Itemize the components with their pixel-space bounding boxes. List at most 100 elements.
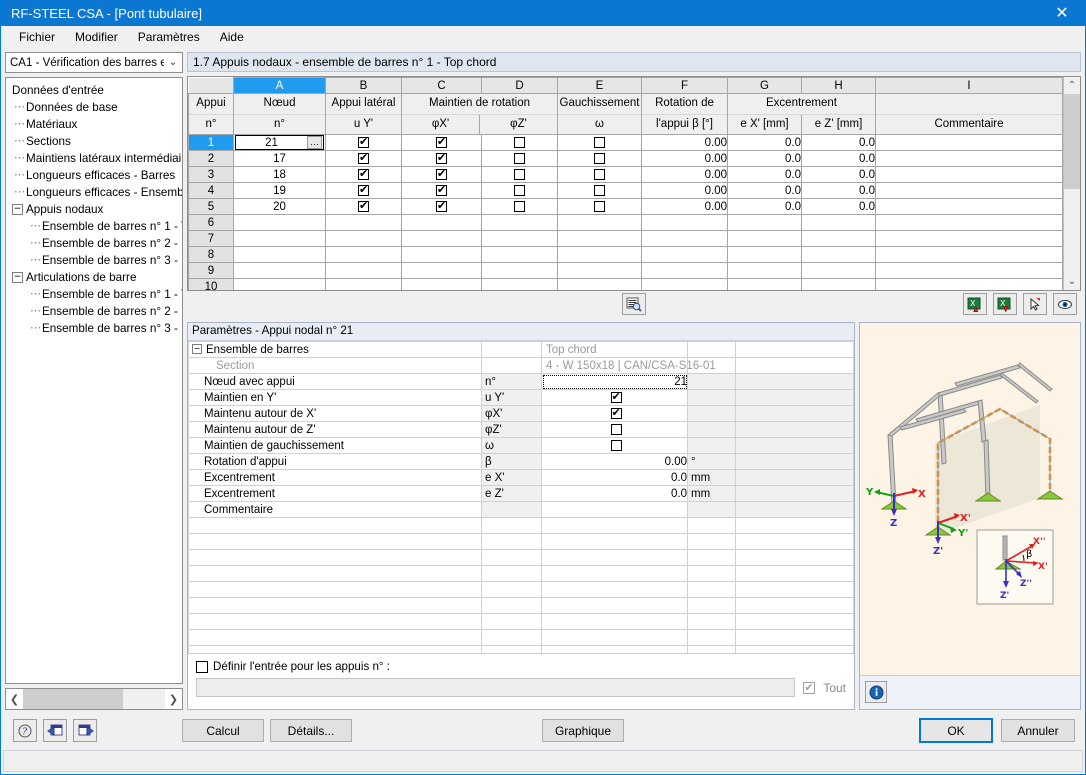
rotation-z-cell[interactable] [481,278,558,290]
export-excel-up-icon[interactable]: X [963,293,987,315]
rotation-z-cell[interactable] [481,166,558,183]
beta-cell[interactable] [641,230,728,247]
row-checkbox[interactable] [514,168,525,180]
scroll-up-icon[interactable]: ⌃ [1064,77,1080,94]
row-checkbox[interactable] [514,184,525,196]
table-grid[interactable]: A B C D E F G H I Appui n° Nœud n° Appui latéral u Y' M… [188,77,1063,290]
row-header[interactable]: 7 [188,230,234,247]
comment-cell[interactable] [875,198,1063,215]
row-header[interactable]: 8 [188,246,234,263]
graphique-button[interactable]: Graphique [542,719,624,742]
warping-cell[interactable] [557,214,642,231]
rotation-x-cell[interactable] [401,182,482,199]
group-collapse-icon[interactable]: − [192,344,202,355]
lateral-support-cell[interactable] [325,182,402,199]
scroll-left-icon[interactable]: ❮ [6,693,23,706]
node-cell[interactable]: 19 [233,182,326,199]
model-3d-view[interactable]: X Y Z X' Y' Z' X' X'' Z'' Z' β [860,323,1080,675]
parameter-value[interactable] [541,405,688,422]
beta-cell[interactable]: 0.00 [641,166,728,183]
tree-expander-icon[interactable]: − [12,272,23,283]
row-checkbox[interactable] [594,152,605,164]
ez-cell[interactable] [801,214,876,231]
define-entry-input[interactable] [196,678,796,697]
ex-cell[interactable]: 0.0 [727,134,802,151]
rotation-x-cell[interactable] [401,166,482,183]
rotation-x-cell[interactable] [401,262,482,279]
tree-item[interactable]: ⋯ Sections [6,133,182,150]
parameter-checkbox[interactable] [610,406,622,420]
lateral-support-cell[interactable] [325,134,402,151]
column-header-E[interactable]: E [557,77,642,94]
beta-cell[interactable]: 0.00 [641,150,728,167]
node-cell[interactable] [233,246,326,263]
beta-cell[interactable] [641,214,728,231]
menu-item-modifier[interactable]: Modifier [65,27,128,47]
info-icon[interactable] [865,681,887,703]
table-row[interactable]: 121…0.000.00.0 [188,134,1063,151]
navigation-tree[interactable]: Données d'entrée ⋯ Données de base ⋯ Matéria… [5,77,183,684]
parameter-row[interactable]: − Ensemble de barres Top chord [188,341,854,358]
row-checkbox[interactable] [594,136,605,148]
parameter-row[interactable]: Maintien de gauchissement ω [188,437,854,454]
rotation-x-cell[interactable] [401,246,482,263]
tree-item[interactable]: ⋯ Ensemble de barres n° 1 - T [6,286,182,303]
ex-cell[interactable]: 0.0 [727,166,802,183]
tree-item[interactable]: ⋯ Ensemble de barres n° 3 - B [6,252,182,269]
warping-cell[interactable] [557,198,642,215]
tree-item[interactable]: − Appuis nodaux [6,201,182,218]
table-vertical-scrollbar[interactable]: ⌃ ⌄ [1063,77,1080,290]
rotation-z-cell[interactable] [481,246,558,263]
ez-cell[interactable]: 0.0 [801,182,876,199]
parameter-row[interactable]: Excentrement e Z' 0.0 mm [188,485,854,502]
comment-cell[interactable] [875,166,1063,183]
ok-button[interactable]: OK [919,718,993,743]
beta-cell[interactable] [641,246,728,263]
lateral-support-cell[interactable] [325,262,402,279]
parameter-row[interactable]: Commentaire [188,501,854,518]
ex-cell[interactable] [727,246,802,263]
row-header[interactable]: 3 [188,166,234,183]
parameter-row[interactable]: Rotation d'appui β 0.00 ° [188,453,854,470]
column-header-A[interactable]: A [233,77,326,94]
lateral-support-cell[interactable] [325,278,402,290]
table-view-icon[interactable] [622,293,646,315]
parameter-row[interactable]: Maintenu autour de X' φX' [188,405,854,422]
ex-cell[interactable] [727,262,802,279]
scroll-thumb-vertical[interactable] [1064,94,1080,189]
ex-cell[interactable]: 0.0 [727,182,802,199]
comment-cell[interactable] [875,150,1063,167]
table-row[interactable]: 9 [188,262,1063,279]
tree-item[interactable]: − Articulations de barre [6,269,182,286]
lateral-support-cell[interactable] [325,214,402,231]
row-checkbox[interactable] [358,199,369,213]
rotation-z-cell[interactable] [481,214,558,231]
parameter-checkbox[interactable] [610,439,622,451]
ez-cell[interactable] [801,278,876,290]
row-checkbox[interactable] [436,167,447,181]
tree-item[interactable]: ⋯ Matériaux [6,116,182,133]
scroll-right-icon[interactable]: ❯ [165,693,182,706]
node-cell[interactable] [233,278,326,290]
node-cell[interactable] [233,230,326,247]
row-header[interactable]: 10 [188,278,234,290]
parameter-row[interactable]: Maintien en Y' u Y' [188,389,854,406]
ex-cell[interactable]: 0.0 [727,198,802,215]
tree-item[interactable]: ⋯ Ensemble de barres n° 1 - T [6,218,182,235]
define-entry-checkbox[interactable] [196,660,208,673]
ez-cell[interactable]: 0.0 [801,150,876,167]
tree-expander-icon[interactable]: − [12,204,23,215]
table-row[interactable]: 6 [188,214,1063,231]
row-checkbox[interactable] [514,136,525,148]
rotation-x-cell[interactable] [401,230,482,247]
column-header-G[interactable]: G [727,77,802,94]
ez-cell[interactable] [801,262,876,279]
row-checkbox[interactable] [594,168,605,180]
table-row[interactable]: 2170.000.00.0 [188,150,1063,167]
rotation-z-cell[interactable] [481,198,558,215]
row-header[interactable]: 6 [188,214,234,231]
column-header-corner[interactable] [188,77,234,94]
comment-cell[interactable] [875,230,1063,247]
table-row[interactable]: 3180.000.00.0 [188,166,1063,183]
column-header-I[interactable]: I [875,77,1063,94]
